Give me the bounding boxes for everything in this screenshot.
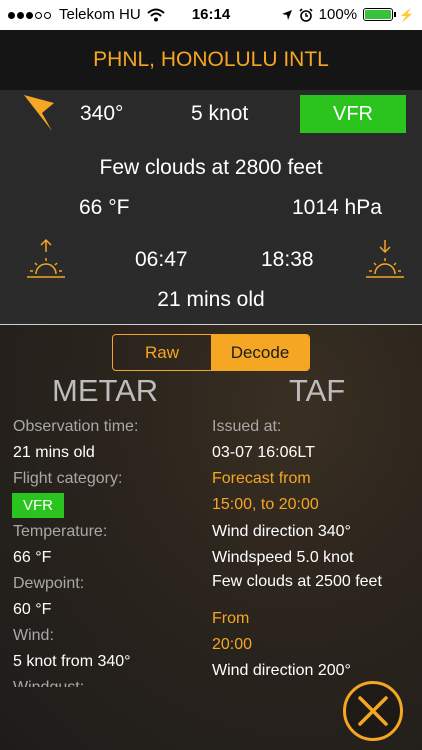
report-age: 21 mins old bbox=[157, 288, 265, 311]
dewpoint-value: 60 °F bbox=[13, 601, 52, 618]
wind-value: 5 knot from 340° bbox=[13, 653, 131, 670]
wind-label: Wind: bbox=[13, 627, 54, 644]
status-right: 100% ⚡ bbox=[281, 6, 414, 23]
flight-category-badge: VFR bbox=[300, 95, 406, 133]
issued-value: 03-07 16:06LT bbox=[212, 444, 315, 461]
taf-wind-direction-2: Wind direction 200° bbox=[212, 662, 351, 679]
taf-from-time: 20:00 bbox=[212, 636, 253, 653]
summary-temperature: 66 °F bbox=[79, 196, 130, 219]
dewpoint-label: Dewpoint: bbox=[13, 575, 85, 592]
sunrise-icon bbox=[27, 238, 65, 278]
windgust-label: Windgust: bbox=[13, 679, 84, 687]
wind-direction-arrow-icon bbox=[24, 95, 54, 131]
charging-icon: ⚡ bbox=[399, 7, 414, 22]
view-mode-segmented-control: Raw Decode bbox=[112, 334, 310, 371]
summary-panel: 340° 5 knot VFR Few clouds at 2800 feet … bbox=[0, 90, 422, 324]
flight-category-label: Flight category: bbox=[13, 470, 123, 487]
temperature-label: Temperature: bbox=[13, 523, 108, 540]
forecast-from-label: Forecast from bbox=[212, 470, 311, 487]
alarm-icon bbox=[299, 7, 313, 22]
taf-title: TAF bbox=[289, 373, 346, 408]
summary-pressure: 1014 hPa bbox=[292, 196, 382, 219]
temperature-value: 66 °F bbox=[13, 549, 52, 566]
observation-time-value: 21 mins old bbox=[13, 444, 95, 461]
taf-windspeed-1: Windspeed 5.0 knot bbox=[212, 549, 354, 566]
status-bar: Telekom HU 16:14 100% ⚡ bbox=[0, 0, 422, 30]
airport-title: PHNL, HONOLULU INTL bbox=[0, 30, 422, 90]
battery-percent: 100% bbox=[318, 6, 358, 23]
battery-icon bbox=[363, 8, 397, 21]
sunset-icon bbox=[366, 240, 404, 278]
raw-tab[interactable]: Raw bbox=[113, 335, 211, 370]
location-arrow-icon bbox=[281, 9, 292, 20]
forecast-range: 15:00, to 20:00 bbox=[212, 496, 319, 513]
close-button[interactable] bbox=[343, 681, 403, 741]
taf-from-label: From bbox=[212, 610, 250, 627]
taf-wind-direction-1: Wind direction 340° bbox=[212, 523, 351, 540]
flight-category-value: VFR bbox=[12, 493, 64, 518]
taf-clouds-1: Few clouds at 2500 feet bbox=[212, 573, 382, 590]
cloud-summary: Few clouds at 2800 feet bbox=[99, 156, 323, 179]
metar-title: METAR bbox=[52, 373, 159, 408]
issued-label: Issued at: bbox=[212, 418, 282, 435]
decode-tab[interactable]: Decode bbox=[211, 335, 309, 370]
wind-speed: 5 knot bbox=[191, 102, 249, 125]
wind-direction: 340° bbox=[80, 102, 124, 125]
observation-time-label: Observation time: bbox=[13, 418, 139, 435]
sunrise-time: 06:47 bbox=[135, 248, 188, 271]
sunset-time: 18:38 bbox=[261, 248, 314, 271]
close-icon bbox=[358, 696, 388, 726]
